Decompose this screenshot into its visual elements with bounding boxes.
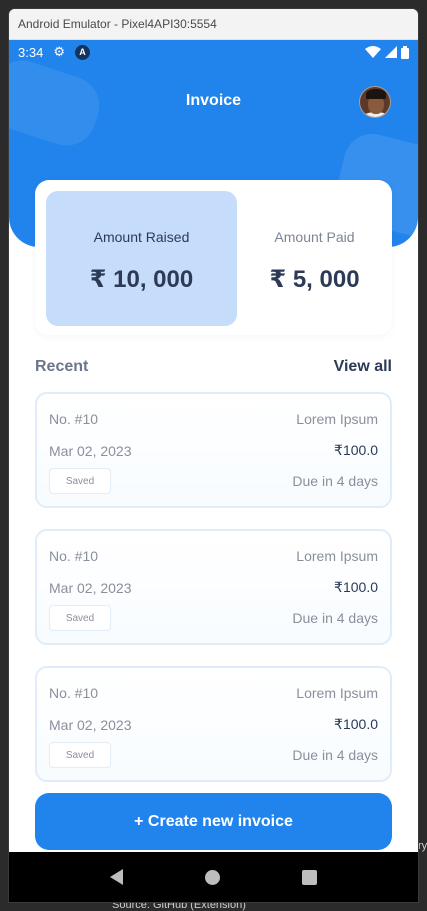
signal-icon [385,46,397,58]
invoice-date: Mar 02, 2023 [49,716,132,733]
amount-raised-panel[interactable]: Amount Raised ₹ 10, 000 [46,191,237,326]
invoice-number: No. #10 [49,411,99,427]
amount-paid-value: ₹ 5, 000 [269,266,360,293]
invoice-amount: ₹100.0 [334,442,378,458]
invoice-client: Lorem Ipsum [296,548,378,564]
phone-screen: 3:34 ⚙ A Invoice Amount Raised ₹ 10, 000… [9,40,418,852]
status-time: 3:34 [18,44,44,60]
amount-paid-label: Amount Paid [274,229,355,245]
invoice-client: Lorem Ipsum [296,411,378,427]
invoice-due: Due in 4 days [292,610,378,626]
create-invoice-button[interactable]: + Create new invoice [35,793,392,850]
amount-raised-label: Amount Raised [93,229,190,245]
amount-raised-value: ₹ 10, 000 [89,266,194,293]
invoice-date: Mar 02, 2023 [49,442,132,459]
status-badge: Saved [49,468,111,494]
invoice-client: Lorem Ipsum [296,685,378,701]
status-badge: Saved [49,605,111,631]
battery-icon [401,45,409,59]
invoice-card[interactable]: No. #10 Lorem Ipsum Mar 02, 2023 ₹100.0 … [35,666,392,782]
invoice-card[interactable]: No. #10 Lorem Ipsum Mar 02, 2023 ₹100.0 … [35,529,392,645]
view-all-link[interactable]: View all [334,358,392,376]
amount-summary-card: Amount Raised ₹ 10, 000 Amount Paid ₹ 5,… [35,180,392,335]
invoice-date: Mar 02, 2023 [49,579,132,596]
recent-header: Recent View all [35,358,392,376]
recent-label: Recent [35,358,89,375]
gear-icon: ⚙ [53,44,65,59]
window-title: Android Emulator - Pixel4API30:5554 [18,17,217,31]
invoice-number: No. #10 [49,685,99,701]
recent-apps-icon[interactable] [302,869,317,885]
back-icon[interactable] [110,869,123,885]
wifi-icon [365,46,381,58]
amount-paid-panel[interactable]: Amount Paid ₹ 5, 000 [237,191,392,326]
android-badge-icon: A [74,44,90,60]
invoice-due: Due in 4 days [292,473,378,489]
emulator-window: Android Emulator - Pixel4API30:5554 3:34… [9,9,418,902]
avatar[interactable] [359,86,391,118]
status-badge: Saved [49,742,111,768]
invoice-amount: ₹100.0 [334,716,378,732]
android-nav-bar [9,852,418,902]
home-icon[interactable] [205,869,220,885]
desktop-edge-text: ry [418,840,427,852]
invoice-card[interactable]: No. #10 Lorem Ipsum Mar 02, 2023 ₹100.0 … [35,392,392,508]
status-bar: 3:34 ⚙ A [9,40,418,64]
invoice-number: No. #10 [49,548,99,564]
window-titlebar[interactable]: Android Emulator - Pixel4API30:5554 [9,9,418,40]
invoice-amount: ₹100.0 [334,579,378,595]
invoice-due: Due in 4 days [292,747,378,763]
page-title: Invoice [185,92,242,109]
